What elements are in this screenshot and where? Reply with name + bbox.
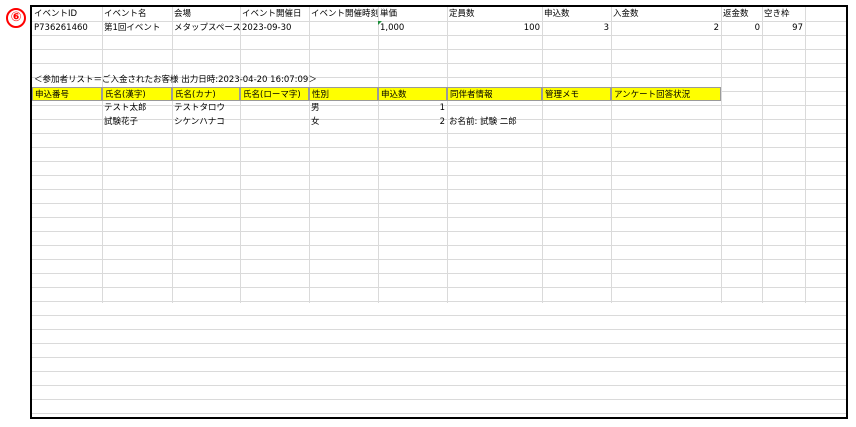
cell-gender[interactable]: 女 [309, 115, 378, 129]
row-gridline [32, 49, 846, 50]
cell-name-kana[interactable]: テストタロウ [172, 101, 240, 115]
row-gridline [32, 63, 846, 64]
column-gridline [721, 7, 722, 303]
cell-event-name[interactable]: 第1回イベント [102, 21, 172, 35]
row-gridline [32, 189, 846, 190]
cell-name-roman[interactable] [240, 115, 309, 129]
cell-companion[interactable]: お名前: 試験 二郎 [447, 115, 542, 129]
column-gridline [102, 7, 103, 303]
row-gridline [32, 385, 846, 386]
step-number-badge: ⑥ [6, 8, 26, 28]
row-gridline [32, 273, 846, 274]
cell-memo[interactable] [542, 115, 611, 129]
row-gridline [32, 329, 846, 330]
cell-name-roman[interactable] [240, 101, 309, 115]
column-gridline [309, 7, 310, 303]
header-cell-event-date[interactable]: イベント開催日 [240, 7, 309, 21]
cell-refunds[interactable]: 0 [721, 21, 762, 35]
header-cell-event-time[interactable]: イベント開催時刻 [309, 7, 378, 21]
row-gridline [32, 287, 846, 288]
cell-venue[interactable]: メタップスペース [172, 21, 240, 35]
cell-event-date[interactable]: 2023-09-30 [240, 21, 309, 35]
header-cell-gender[interactable]: 性別 [309, 87, 378, 101]
header-cell-name-kana[interactable]: 氏名(カナ) [172, 87, 240, 101]
row-gridline [32, 357, 846, 358]
header-cell-memo[interactable]: 管理メモ [542, 87, 611, 101]
cell-paid[interactable]: 2 [611, 21, 721, 35]
number-as-text-marker [378, 21, 382, 25]
row-gridline [32, 147, 846, 148]
cell-gender[interactable]: 男 [309, 101, 378, 115]
header-cell-applications[interactable]: 申込数 [542, 7, 611, 21]
cell-survey[interactable] [611, 115, 721, 129]
header-cell-application-no[interactable]: 申込番号 [32, 87, 102, 101]
cell-capacity[interactable]: 100 [447, 21, 542, 35]
row-gridlines [32, 7, 846, 417]
cell-count[interactable]: 2 [378, 115, 447, 129]
row-gridline [32, 301, 846, 302]
header-cell-companion[interactable]: 同伴者情報 [447, 87, 542, 101]
header-cell-refunds[interactable]: 返金数 [721, 7, 762, 21]
column-gridline [172, 7, 173, 303]
row-gridline [32, 35, 846, 36]
cell-name-kanji[interactable]: 試験花子 [102, 115, 172, 129]
row-gridline [32, 217, 846, 218]
row-gridline [32, 161, 846, 162]
row-gridline [32, 315, 846, 316]
column-gridline [611, 7, 612, 303]
row-gridline [32, 343, 846, 344]
row-gridline [32, 371, 846, 372]
header-cell-price[interactable]: 単価 [378, 7, 447, 21]
cell-event-time[interactable] [309, 21, 378, 35]
column-gridline [762, 7, 763, 303]
cell-available[interactable]: 97 [762, 21, 805, 35]
cell-name-kanji[interactable]: テスト太郎 [102, 101, 172, 115]
participant-list-title[interactable]: ＜参加者リスト＝ご入金されたお客様 出力日時:2023-04-20 16:07:… [32, 73, 432, 87]
row-gridline [32, 259, 846, 260]
header-cell-count[interactable]: 申込数 [378, 87, 447, 101]
header-cell-paid[interactable]: 入金数 [611, 7, 721, 21]
column-gridline [378, 7, 379, 303]
header-cell-event-id[interactable]: イベントID [32, 7, 102, 21]
cell-application-no[interactable] [32, 101, 102, 115]
row-gridline [32, 245, 846, 246]
row-gridline [32, 231, 846, 232]
price-value: 1,000 [380, 23, 405, 33]
cell-applications[interactable]: 3 [542, 21, 611, 35]
row-gridline [32, 175, 846, 176]
cell-count[interactable]: 1 [378, 101, 447, 115]
cell-survey[interactable] [611, 101, 721, 115]
column-gridlines [32, 7, 846, 417]
cell-price[interactable]: 1,000 [378, 21, 447, 35]
column-gridline [240, 7, 241, 303]
row-gridline [32, 203, 846, 204]
header-cell-name-roman[interactable]: 氏名(ローマ字) [240, 87, 309, 101]
header-cell-capacity[interactable]: 定員数 [447, 7, 542, 21]
cell-companion[interactable] [447, 101, 542, 115]
row-gridline [32, 133, 846, 134]
column-gridline [447, 7, 448, 303]
spreadsheet-grid[interactable]: イベントID イベント名 会場 イベント開催日 イベント開催時刻 単価 定員数 … [30, 5, 848, 419]
header-cell-survey[interactable]: アンケート回答状況 [611, 87, 721, 101]
cell-name-kana[interactable]: シケンハナコ [172, 115, 240, 129]
header-cell-name-kanji[interactable]: 氏名(漢字) [102, 87, 172, 101]
row-gridline [32, 413, 846, 414]
cell-application-no[interactable] [32, 115, 102, 129]
header-cell-venue[interactable]: 会場 [172, 7, 240, 21]
header-cell-available[interactable]: 空き枠 [762, 7, 805, 21]
cell-event-id[interactable]: P736261460 [32, 21, 102, 35]
column-gridline [542, 7, 543, 303]
cell-memo[interactable] [542, 101, 611, 115]
row-gridline [32, 399, 846, 400]
header-cell-event-name[interactable]: イベント名 [102, 7, 172, 21]
column-gridline [805, 7, 806, 303]
